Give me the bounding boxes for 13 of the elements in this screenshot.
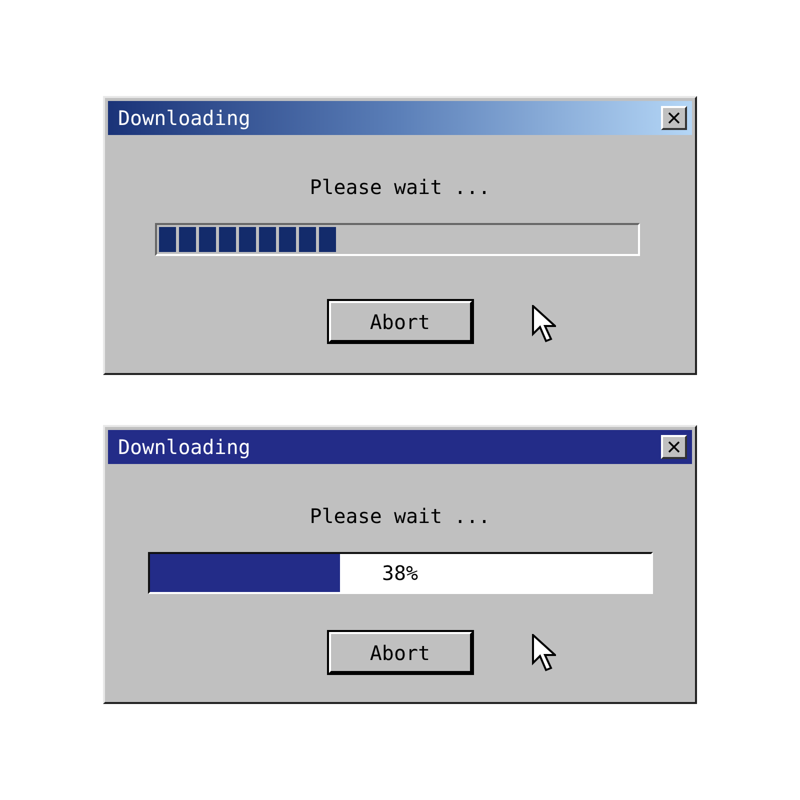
- progress-percent: 38%: [382, 561, 418, 585]
- message-text: Please wait ...: [310, 175, 490, 199]
- message-text: Please wait ...: [310, 504, 490, 528]
- cursor-icon: [532, 634, 556, 674]
- abort-button[interactable]: Abort: [328, 631, 472, 674]
- abort-button[interactable]: Abort: [328, 300, 472, 343]
- close-button[interactable]: [661, 435, 687, 459]
- close-icon: [666, 110, 682, 126]
- window-title: Downloading: [118, 435, 250, 459]
- cursor-icon: [532, 305, 556, 345]
- window-title: Downloading: [118, 106, 250, 130]
- close-button[interactable]: [661, 106, 687, 130]
- close-icon: [666, 439, 682, 455]
